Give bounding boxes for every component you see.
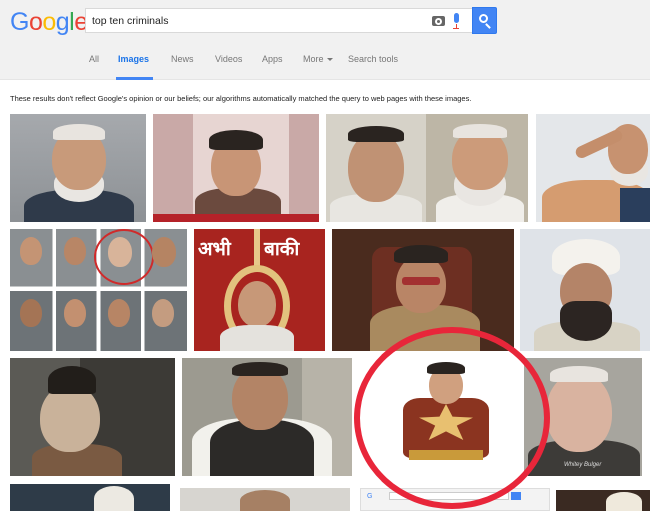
highlight-circle (354, 327, 550, 509)
chevron-down-icon (326, 58, 333, 62)
search-button[interactable] (472, 7, 497, 34)
tab-videos[interactable]: Videos (215, 54, 242, 64)
image-result[interactable] (556, 490, 650, 511)
logo-letter: G (10, 8, 29, 36)
image-result[interactable] (520, 229, 650, 351)
logo-letter: o (28, 8, 43, 36)
image-watermark: Whitey Bulger (564, 462, 602, 468)
logo-letter: g (55, 8, 70, 36)
image-result[interactable] (10, 229, 187, 351)
google-logo[interactable]: Google (10, 8, 88, 37)
tab-images[interactable]: Images (118, 54, 149, 64)
image-result[interactable] (10, 358, 175, 476)
tab-more[interactable]: More (303, 54, 333, 64)
tab-all[interactable]: All (89, 54, 99, 64)
image-caption: अभी (198, 238, 231, 260)
search-tabs: All Images News Videos Apps More Search … (0, 52, 650, 80)
active-tab-indicator (116, 77, 153, 80)
results-disclaimer: These results don't reflect Google's opi… (10, 94, 472, 103)
image-result[interactable]: अभी बाकी (194, 229, 325, 351)
image-result[interactable] (536, 114, 650, 222)
search-results-page: Google All Images News Videos Apps More … (0, 0, 650, 511)
tab-news[interactable]: News (171, 54, 194, 64)
microphone-icon[interactable] (452, 13, 460, 29)
search-icon (479, 14, 488, 23)
image-caption: बाकी (264, 238, 300, 260)
tab-more-label: More (303, 54, 324, 64)
image-result[interactable] (10, 114, 146, 222)
image-result[interactable] (180, 488, 350, 511)
camera-icon[interactable] (432, 16, 445, 26)
image-result[interactable] (326, 114, 528, 222)
search-box (85, 8, 472, 33)
image-result[interactable] (153, 114, 319, 222)
tab-search-tools[interactable]: Search tools (348, 54, 398, 64)
tab-apps[interactable]: Apps (262, 54, 283, 64)
image-result[interactable] (182, 358, 352, 476)
header: Google All Images News Videos Apps More … (0, 0, 650, 80)
logo-letter: o (42, 8, 56, 36)
image-result[interactable] (10, 484, 170, 511)
search-input[interactable] (92, 13, 412, 29)
